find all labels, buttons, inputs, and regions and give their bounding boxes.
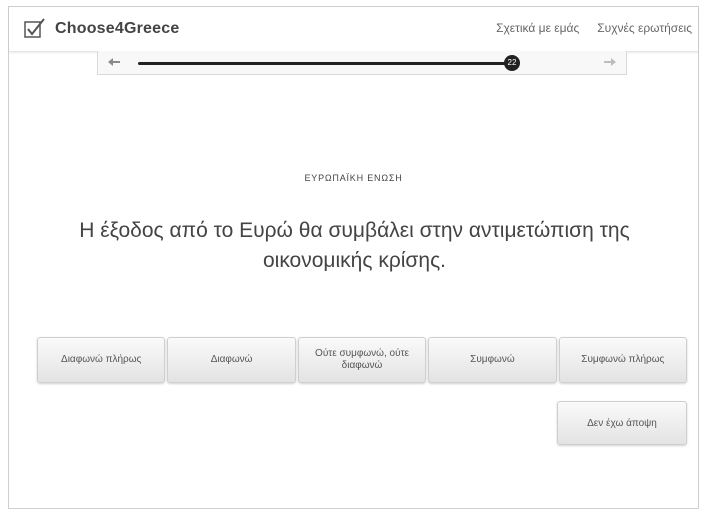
progress-bar: 22 [97, 51, 627, 75]
app-frame: Choose4Greece Σχετικά με εμάς Συχνές ερω… [8, 6, 699, 509]
forward-arrow-icon[interactable] [602, 54, 618, 70]
no-opinion-button[interactable]: Δεν έχω άποψη [557, 401, 687, 445]
nav-faq-link[interactable]: Συχνές ερωτήσεις [597, 21, 692, 35]
progress-track [138, 62, 512, 65]
progress-knob[interactable]: 22 [504, 55, 520, 71]
nav-about-link[interactable]: Σχετικά με εμάς [496, 21, 579, 35]
answer-buttons: Διαφωνώ πλήρως Διαφωνώ Ούτε συμφωνώ, ούτ… [37, 337, 688, 383]
logo[interactable]: Choose4Greece [23, 15, 179, 43]
checkbox-check-icon [24, 18, 45, 38]
answer-neutral-button[interactable]: Ούτε συμφωνώ, ούτε διαφωνώ [297, 337, 427, 383]
logo-text: Choose4Greece [55, 20, 180, 37]
header: Choose4Greece Σχετικά με εμάς Συχνές ερω… [9, 7, 698, 52]
answer-strongly-agree-button[interactable]: Συμφωνώ πλήρως [558, 337, 688, 383]
question-text: Η έξοδος από το Ευρώ θα συμβάλει στην αν… [79, 219, 630, 272]
answer-strongly-disagree-button[interactable]: Διαφωνώ πλήρως [37, 337, 166, 383]
answer-disagree-button[interactable]: Διαφωνώ [167, 337, 296, 383]
back-arrow-icon[interactable] [106, 54, 122, 70]
question-category: ΕΥΡΩΠΑΪΚΗ ΕΝΩΣΗ [304, 173, 403, 183]
answer-agree-button[interactable]: Συμφωνώ [428, 337, 557, 383]
top-nav: Σχετικά με εμάς Συχνές ερωτήσεις [496, 21, 692, 35]
